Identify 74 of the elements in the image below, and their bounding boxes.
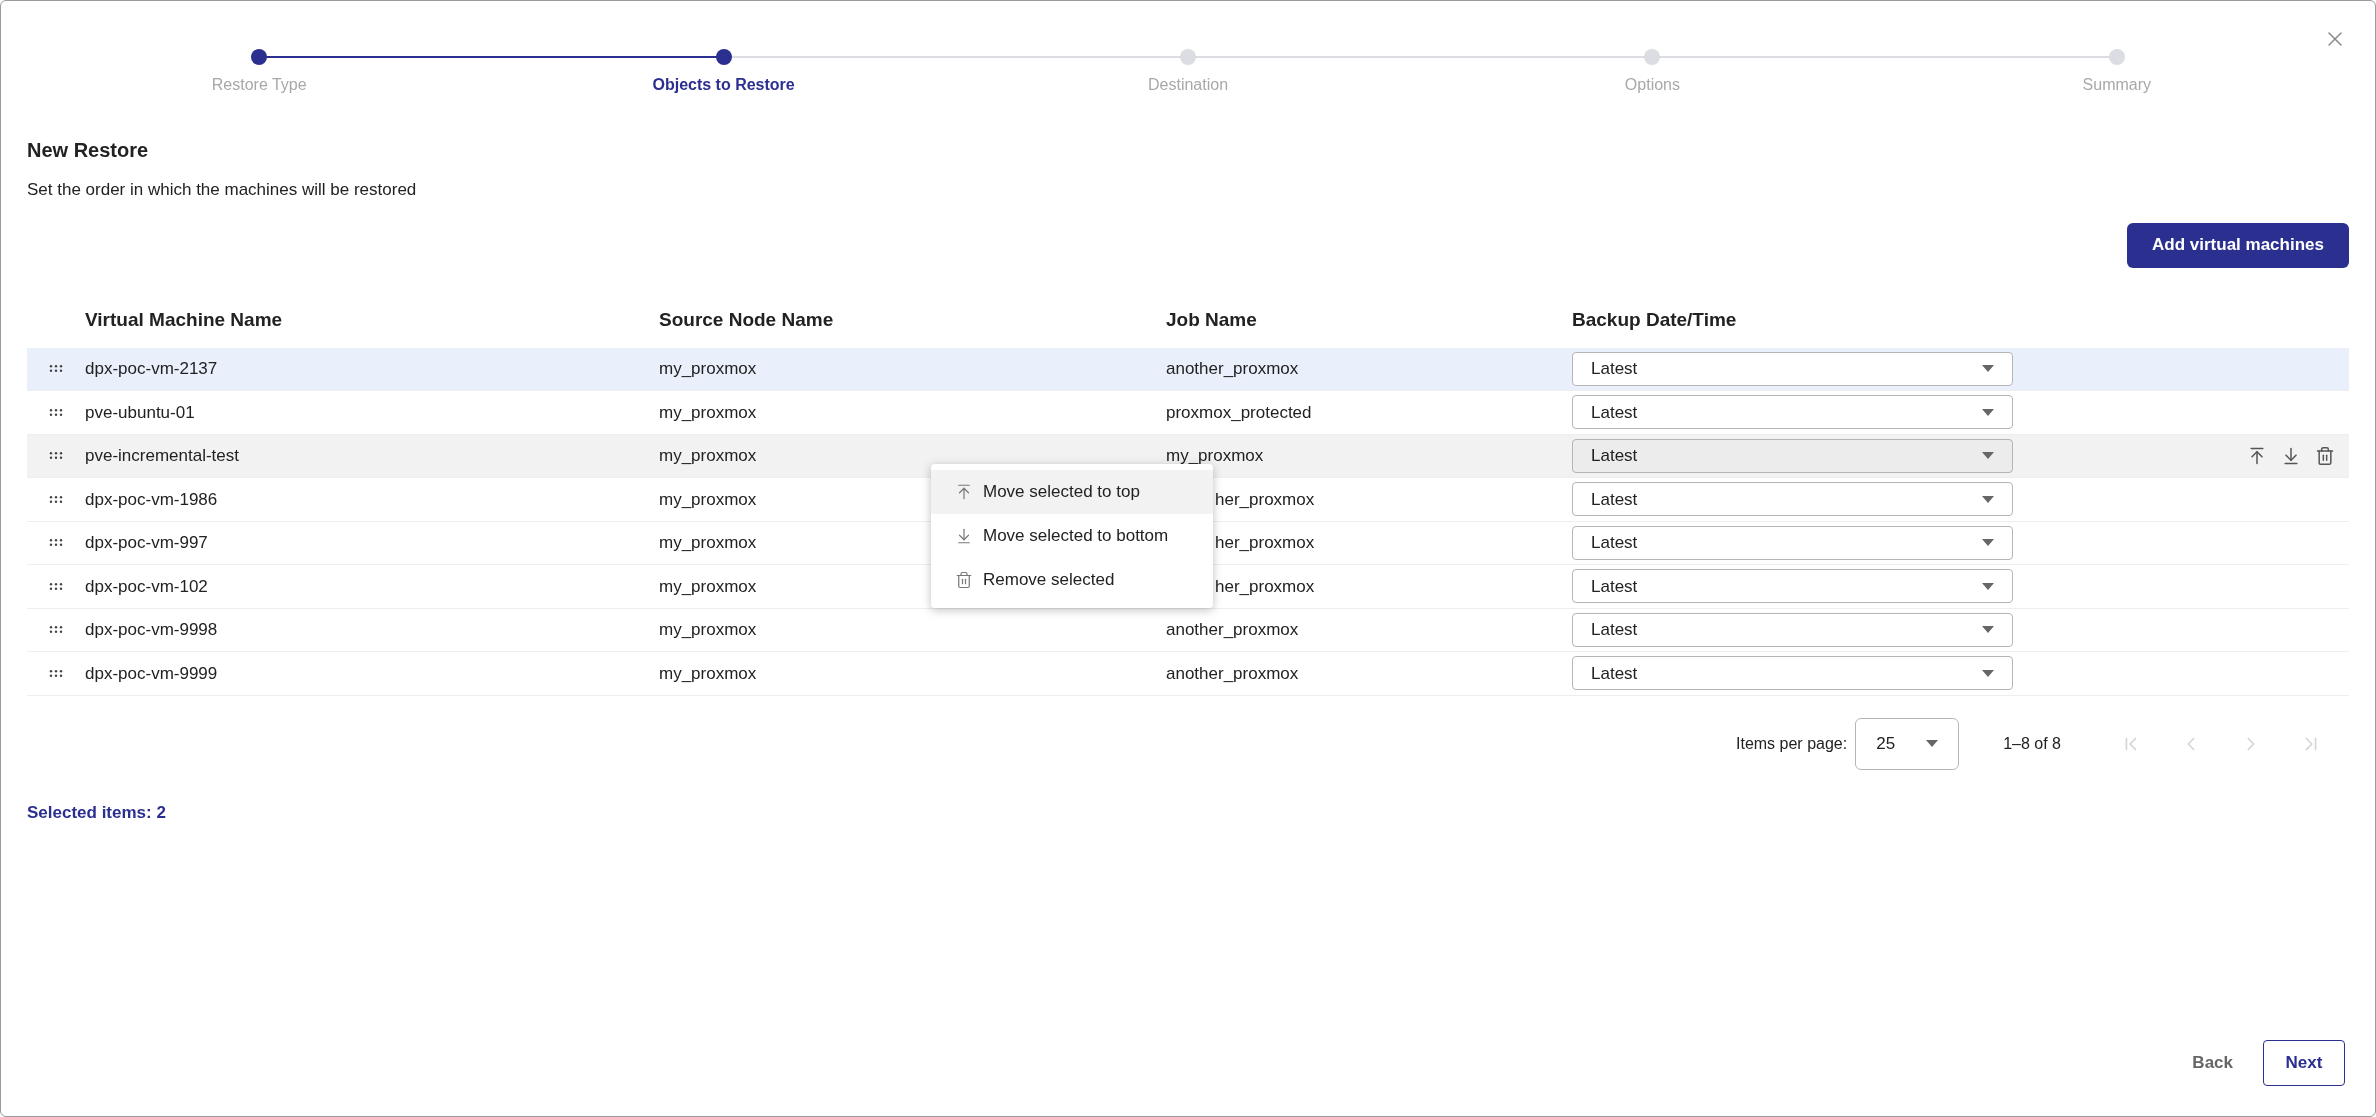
table-cell: pve-ubuntu-01 — [85, 402, 195, 422]
caret-icon — [1982, 539, 1994, 547]
backup-select[interactable]: Latest — [1572, 656, 2013, 691]
caret-icon — [1982, 452, 1994, 460]
backup-select[interactable]: Latest — [1572, 569, 2013, 604]
table-cell: my_proxmox — [659, 533, 757, 552]
drag-handle-icon[interactable] — [49, 582, 63, 590]
arrow-down-to-line-icon — [955, 526, 973, 545]
move-to-bottom-icon[interactable] — [2281, 445, 2301, 466]
caret-icon — [1926, 740, 1939, 747]
table-cell: another_proxmox — [1166, 359, 1299, 378]
next-button[interactable]: Next — [2263, 1040, 2345, 1086]
trash-icon — [955, 570, 973, 589]
add-virtual-machines-button[interactable]: Add virtual machines — [2127, 222, 2349, 268]
table-cell: her_proxmox — [1215, 489, 1315, 509]
table-cell: my_proxmox — [659, 359, 757, 378]
table-cell: my_proxmox — [659, 620, 757, 639]
table-cell: my_proxmox — [659, 402, 757, 422]
arrow-up-to-line-icon — [955, 482, 973, 501]
table-cell: another_proxmox — [1166, 620, 1299, 639]
table-cell: proxmox_protected — [1166, 402, 1312, 422]
caret-icon — [1982, 408, 1994, 416]
table-cell: dpx-poc-vm-997 — [85, 533, 208, 552]
drag-handle-icon[interactable] — [49, 669, 63, 677]
backup-select[interactable]: Latest — [1572, 395, 2013, 430]
drag-handle-icon[interactable] — [49, 408, 63, 416]
drag-handle-icon[interactable] — [49, 539, 63, 547]
backup-select[interactable]: Latest — [1572, 351, 2013, 386]
table-cell: my_proxmox — [659, 489, 757, 509]
menu-item[interactable]: Move selected to top — [931, 469, 1213, 514]
table-cell: dpx-poc-vm-2137 — [85, 359, 218, 378]
move-to-top-icon[interactable] — [2247, 445, 2267, 466]
step-label[interactable]: Objects to Restore — [652, 73, 795, 97]
page-range: 1–8 of 8 — [2003, 733, 2061, 754]
table-cell: her_proxmox — [1215, 576, 1315, 596]
table-cell: my_proxmox — [659, 446, 757, 465]
table-cell: dpx-poc-vm-9998 — [85, 620, 218, 639]
table-cell: another_proxmox — [1166, 663, 1299, 683]
column-header: Backup Date/Time — [1572, 308, 1737, 333]
back-button[interactable]: Back — [2182, 1040, 2243, 1086]
caret-icon — [1982, 669, 1994, 677]
column-header: Job Name — [1166, 308, 1258, 333]
drag-handle-icon[interactable] — [49, 495, 63, 503]
table-row[interactable]: pve-incremental-test my_proxmox my_proxmox Latest — [27, 434, 2349, 478]
menu-item[interactable]: Remove selected — [931, 557, 1213, 602]
caret-icon — [1982, 365, 1994, 373]
backup-select[interactable]: Latest — [1572, 482, 2013, 517]
backup-select[interactable]: Latest — [1572, 525, 2013, 560]
column-header: Virtual Machine Name — [85, 308, 284, 333]
column-header: Source Node Name — [659, 308, 835, 333]
page-subtitle: Set the order in which the machines will be restored — [27, 179, 418, 201]
table-cell: my_proxmox — [1166, 446, 1264, 465]
trash-icon[interactable] — [2315, 445, 2335, 466]
table-cell: pve-incremental-test — [85, 446, 239, 465]
table-cell: my_proxmox — [659, 576, 757, 596]
table-row[interactable]: dpx-poc-vm-2137 my_proxmox another_proxmox Latest — [27, 347, 2349, 391]
drag-handle-icon[interactable] — [49, 452, 63, 460]
page-size-select[interactable]: 25 — [1855, 717, 1960, 770]
menu-item[interactable]: Move selected to bottom — [931, 513, 1213, 558]
table-cell: her_proxmox — [1215, 533, 1315, 552]
table-cell: dpx-poc-vm-1986 — [85, 489, 218, 509]
drag-handle-icon[interactable] — [49, 626, 63, 634]
selected-items-count: Selected items: 2 — [27, 801, 167, 824]
backup-select[interactable]: Latest — [1572, 612, 2013, 647]
items-per-page-label: Items per page: — [1736, 733, 1848, 754]
backup-select[interactable]: Latest — [1572, 438, 2013, 473]
drag-handle-icon[interactable] — [49, 365, 63, 373]
table-cell: dpx-poc-vm-102 — [85, 576, 208, 596]
page-title: New Restore — [27, 138, 150, 163]
caret-icon — [1982, 582, 1994, 590]
table-cell: my_proxmox — [659, 663, 757, 683]
caret-icon — [1982, 495, 1994, 503]
table-cell: dpx-poc-vm-9999 — [85, 663, 218, 683]
caret-icon — [1982, 626, 1994, 634]
